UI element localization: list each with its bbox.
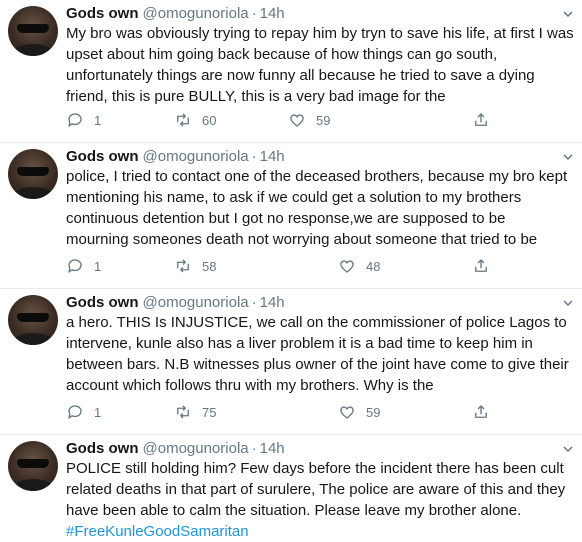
retweet-button[interactable]: 58	[174, 256, 216, 276]
separator-dot: ·	[251, 5, 257, 22]
separator-dot: ·	[251, 440, 257, 457]
display-name[interactable]: Gods own	[66, 148, 139, 165]
like-button[interactable]: 48	[338, 256, 380, 276]
share-button[interactable]	[472, 110, 490, 130]
user-handle[interactable]: @omogunoriola	[143, 294, 249, 311]
heart-icon	[340, 406, 354, 419]
reply-icon	[68, 259, 82, 273]
reply-count: 1	[94, 404, 102, 420]
heart-icon	[340, 260, 354, 273]
retweet-icon	[177, 259, 189, 273]
share-button[interactable]	[472, 256, 490, 276]
like-count: 59	[366, 404, 381, 420]
reply-button[interactable]: 1	[66, 256, 101, 276]
tweet-4[interactable]: Gods own @omogunoriola · 14h POLICE still h…	[0, 435, 582, 542]
user-handle[interactable]: @omogunoriola	[143, 148, 249, 165]
reply-count: 1	[94, 112, 102, 128]
reply-icon	[68, 113, 82, 127]
reply-count: 1	[94, 258, 102, 274]
like-button[interactable]: 59	[338, 402, 380, 422]
tweet-1[interactable]: Gods own @omogunoriola · 14h My bro was obv…	[0, 0, 582, 143]
reply-icon	[68, 405, 82, 419]
retweet-count: 75	[202, 404, 217, 420]
tweet-header: Gods own @omogunoriola · 14h	[66, 439, 285, 459]
share-icon	[475, 259, 487, 272]
retweet-icon	[177, 113, 189, 127]
display-name[interactable]: Gods own	[66, 5, 139, 22]
timestamp[interactable]: 14h	[260, 5, 285, 22]
tweet-header: Gods own @omogunoriola · 14h	[66, 147, 285, 167]
tweet-text: POLICE still holding him? Few days befor…	[66, 458, 576, 542]
tweet-thread: Gods own @omogunoriola · 14h My bro was obv…	[0, 0, 582, 542]
timestamp[interactable]: 14h	[260, 148, 285, 165]
display-name[interactable]: Gods own	[66, 440, 139, 457]
share-button[interactable]	[472, 402, 490, 422]
share-icon	[475, 405, 487, 418]
tweet-text-content: POLICE still holding him? Few days befor…	[66, 460, 566, 519]
avatar[interactable]	[8, 6, 58, 56]
retweet-icon	[177, 405, 189, 419]
tweet-actions: 1 60 59	[66, 110, 506, 130]
retweet-count: 60	[202, 112, 217, 128]
timestamp[interactable]: 14h	[260, 440, 285, 457]
avatar[interactable]	[8, 149, 58, 199]
timestamp[interactable]: 14h	[260, 294, 285, 311]
hashtag-link[interactable]: #FreeKunleGoodSamaritan	[66, 523, 249, 540]
retweet-button[interactable]: 75	[174, 402, 216, 422]
retweet-button[interactable]: 60	[174, 110, 216, 130]
like-count: 48	[366, 258, 381, 274]
like-count: 59	[316, 112, 331, 128]
chevron-down-icon[interactable]	[562, 297, 574, 309]
tweet-header: Gods own @omogunoriola · 14h	[66, 293, 285, 313]
tweet-actions: 1 58 48	[66, 256, 506, 276]
tweet-3[interactable]: Gods own @omogunoriola · 14h a hero. THIS I…	[0, 289, 582, 435]
user-handle[interactable]: @omogunoriola	[143, 5, 249, 22]
retweet-count: 58	[202, 258, 217, 274]
chevron-down-icon[interactable]	[562, 8, 574, 20]
avatar[interactable]	[8, 295, 58, 345]
tweet-text: My bro was obviously trying to repay him…	[66, 25, 574, 105]
tweet-header: Gods own @omogunoriola · 14h	[66, 4, 285, 24]
user-handle[interactable]: @omogunoriola	[143, 440, 249, 457]
tweet-text: police, I tried to contact one of the de…	[66, 168, 568, 248]
tweet-actions: 1 75 59	[66, 402, 506, 422]
tweet-text: a hero. THIS Is INJUSTICE, we call on th…	[66, 314, 569, 394]
chevron-down-icon[interactable]	[562, 151, 574, 163]
share-icon	[475, 113, 487, 126]
heart-icon	[290, 114, 304, 127]
reply-button[interactable]: 1	[66, 402, 101, 422]
avatar[interactable]	[8, 441, 58, 491]
separator-dot: ·	[251, 148, 257, 165]
reply-button[interactable]: 1	[66, 110, 101, 130]
tweet-2[interactable]: Gods own @omogunoriola · 14h police, I trie…	[0, 143, 582, 289]
like-button[interactable]: 59	[288, 110, 330, 130]
separator-dot: ·	[251, 294, 257, 311]
chevron-down-icon[interactable]	[562, 443, 574, 455]
display-name[interactable]: Gods own	[66, 294, 139, 311]
